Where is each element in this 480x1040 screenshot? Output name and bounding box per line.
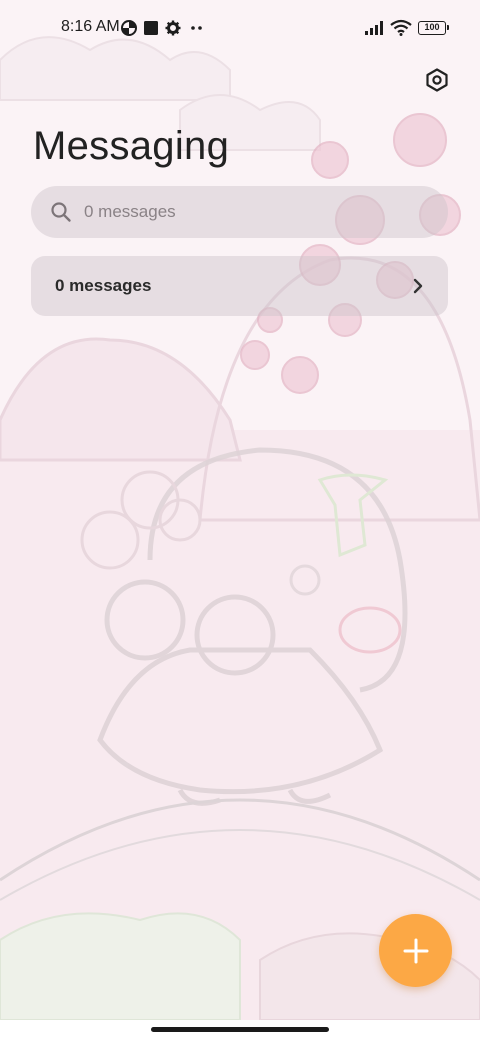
gear-notification-icon bbox=[165, 20, 181, 36]
signal-icon bbox=[365, 21, 383, 35]
message-summary-row[interactable]: 0 messages bbox=[31, 256, 448, 316]
plus-icon bbox=[403, 938, 428, 963]
battery-icon: 100 bbox=[418, 21, 449, 35]
page-title: Messaging bbox=[33, 124, 230, 168]
chevron-right-icon bbox=[413, 278, 423, 294]
status-bar: 8:16 AM 100 bbox=[0, 0, 480, 56]
data-saver-icon bbox=[121, 20, 137, 36]
settings-button[interactable] bbox=[419, 62, 455, 98]
wifi-icon bbox=[390, 19, 412, 36]
more-dots-icon bbox=[191, 26, 202, 30]
home-indicator[interactable] bbox=[151, 1027, 329, 1032]
search-input[interactable] bbox=[84, 202, 404, 222]
settings-hex-icon bbox=[426, 68, 448, 92]
status-time: 8:16 AM bbox=[61, 18, 120, 35]
navigation-bar bbox=[0, 1020, 480, 1040]
search-bar[interactable] bbox=[31, 186, 448, 238]
square-notification-icon bbox=[144, 21, 158, 35]
message-count-label: 0 messages bbox=[55, 276, 152, 295]
search-icon bbox=[51, 202, 71, 222]
new-message-button[interactable] bbox=[379, 914, 452, 987]
